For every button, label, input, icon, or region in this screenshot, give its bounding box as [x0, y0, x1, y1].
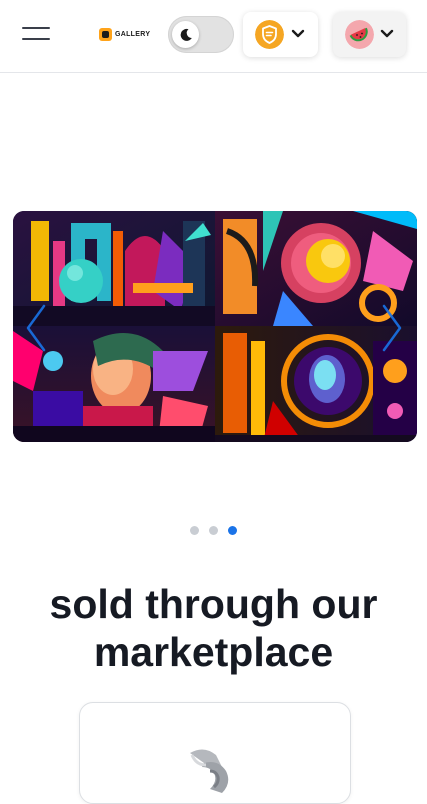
watermelon-avatar-icon — [345, 20, 374, 49]
shield-wallet-icon — [255, 20, 284, 49]
chevron-left-icon — [26, 304, 46, 352]
section-headline: sold through our marketplace — [49, 581, 378, 675]
carousel-dot-3[interactable] — [228, 526, 237, 535]
chevron-down-icon — [291, 29, 305, 38]
chevron-right-icon — [382, 304, 402, 352]
wallet-dropdown-button[interactable] — [243, 12, 318, 57]
ring-illustration-icon — [190, 749, 229, 793]
top-navbar: GALLERY — [0, 0, 427, 73]
marketplace-item-card[interactable] — [79, 702, 351, 804]
toggle-knob — [172, 21, 199, 48]
dark-mode-toggle[interactable] — [168, 16, 234, 53]
carousel-dot-1[interactable] — [190, 526, 199, 535]
site-logo[interactable]: GALLERY — [99, 27, 150, 41]
carousel-next-button[interactable] — [378, 300, 406, 356]
carousel-dot-2[interactable] — [209, 526, 218, 535]
moon-icon — [180, 28, 192, 41]
chevron-down-icon — [380, 29, 394, 38]
abstract-art-collage-image — [13, 211, 417, 442]
logo-text: GALLERY — [115, 30, 151, 38]
hamburger-menu-icon[interactable] — [20, 24, 52, 44]
carousel-pagination — [190, 526, 237, 535]
menu-line-top — [22, 27, 50, 29]
hero-carousel-slide[interactable] — [13, 211, 417, 442]
account-dropdown-button[interactable] — [333, 12, 406, 57]
carousel-prev-button[interactable] — [22, 300, 50, 356]
logo-mark-icon — [99, 27, 112, 41]
menu-line-bottom — [22, 38, 50, 40]
